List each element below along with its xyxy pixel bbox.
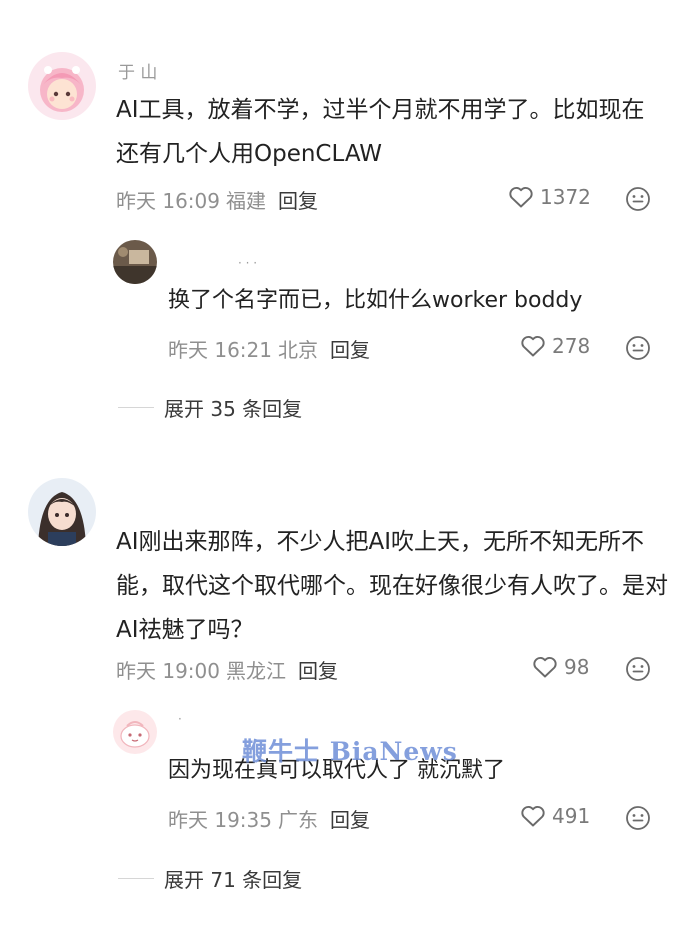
reply-time: 昨天 19:35 — [168, 808, 272, 832]
comment-meta: 昨天 19:00 黑龙江 回复 — [116, 655, 338, 684]
reaction-button[interactable] — [625, 186, 651, 212]
like-button[interactable]: 98 — [532, 655, 589, 679]
reply-text: 换了个名字而已，比如什么worker boddy — [168, 288, 583, 313]
divider-line — [118, 878, 154, 879]
like-button[interactable]: 1372 — [508, 185, 591, 209]
reply-meta: 昨天 16:21 北京 回复 — [168, 334, 370, 363]
expand-replies-button[interactable]: 展开 35 条回复 — [118, 393, 302, 422]
comment-location: 黑龙江 — [226, 659, 286, 683]
reaction-button[interactable] — [625, 656, 651, 682]
like-count: 278 — [552, 334, 591, 358]
watermark: 鞭牛士 BiaNews — [242, 737, 458, 766]
reply-button[interactable]: 回复 — [330, 804, 370, 833]
comment-text: AI刚出来那阵，不少人把AI吹上天，无所不知无所不能，取代这个取代哪个。现在好像… — [116, 529, 668, 643]
avatar[interactable] — [113, 240, 157, 284]
photo-avatar-icon — [113, 240, 157, 284]
heart-icon — [521, 335, 545, 357]
heart-icon — [521, 805, 545, 827]
reaction-button[interactable] — [625, 805, 651, 831]
reply-time: 昨天 16:21 — [168, 338, 272, 362]
smiley-icon — [626, 336, 650, 360]
comment-time: 昨天 16:09 — [116, 189, 220, 213]
like-count: 1372 — [540, 185, 591, 209]
like-count: 491 — [552, 804, 591, 828]
expand-replies-button[interactable]: 展开 71 条回复 — [118, 864, 302, 893]
divider-line — [118, 407, 154, 408]
like-button[interactable]: 278 — [520, 334, 590, 358]
reply-button[interactable]: 回复 — [278, 185, 318, 214]
avatar[interactable] — [113, 710, 157, 754]
smiley-icon — [626, 806, 650, 830]
expand-replies-label: 展开 35 条回复 — [164, 397, 303, 421]
like-button[interactable]: 491 — [520, 804, 590, 828]
reply-location: 北京 — [278, 338, 318, 362]
like-count: 98 — [564, 655, 590, 679]
pink-blob-icon — [113, 710, 157, 754]
pink-hair-doll-icon — [28, 52, 96, 120]
reply-button[interactable]: 回复 — [330, 334, 370, 363]
comment-meta: 昨天 16:09 福建 回复 — [116, 185, 318, 214]
reply-username[interactable]: · — [178, 712, 182, 726]
heart-icon — [509, 186, 533, 208]
smiley-icon — [626, 657, 650, 681]
avatar[interactable] — [28, 478, 96, 546]
reply-username[interactable]: · · · — [238, 256, 257, 270]
reply-button[interactable]: 回复 — [298, 655, 338, 684]
comment-text: AI工具，放着不学，过半个月就不用学了。比如现在还有几个人用OpenCLAW — [116, 97, 645, 167]
comment-location: 福建 — [226, 189, 266, 213]
anime-girl-icon — [28, 478, 96, 546]
comment-username[interactable]: 于 山 — [118, 58, 157, 83]
smiley-icon — [626, 187, 650, 211]
comment-time: 昨天 19:00 — [116, 659, 220, 683]
avatar[interactable] — [28, 52, 96, 120]
reply-location: 广东 — [278, 808, 318, 832]
heart-icon — [533, 656, 557, 678]
reply-meta: 昨天 19:35 广东 回复 — [168, 804, 370, 833]
reaction-button[interactable] — [625, 335, 651, 361]
expand-replies-label: 展开 71 条回复 — [164, 868, 303, 892]
